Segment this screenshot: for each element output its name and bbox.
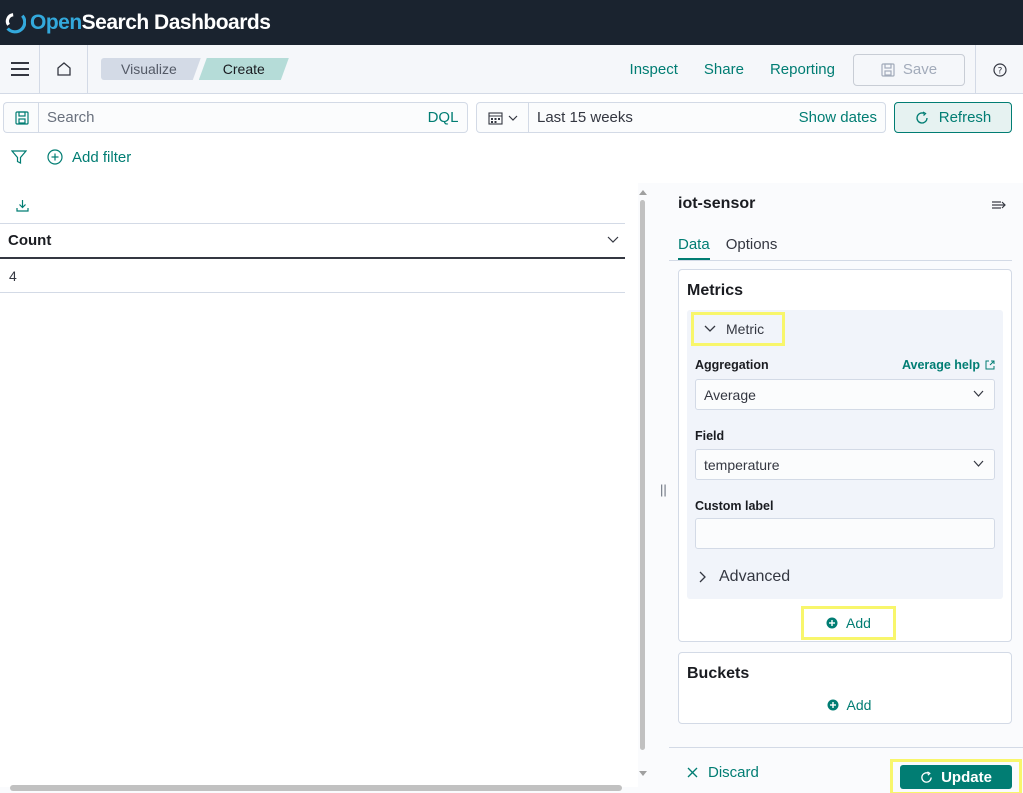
update-button[interactable]: Update — [900, 765, 1012, 789]
opensearch-logo-icon[interactable] — [4, 12, 26, 34]
breadcrumb: Visualize Create — [101, 58, 289, 80]
help-icon: ? — [992, 62, 1007, 77]
column-header-count[interactable]: Count — [8, 232, 51, 249]
index-pattern-title: iot-sensor — [678, 195, 756, 212]
chevron-down-icon — [704, 325, 716, 332]
breadcrumb-create: Create — [199, 58, 289, 80]
chevron-down-icon — [508, 115, 517, 121]
tab-data[interactable]: Data — [678, 231, 710, 260]
filter-bar: Add filter — [0, 140, 1023, 174]
saved-queries-button[interactable] — [3, 102, 39, 133]
horizontal-scrollbar[interactable] — [10, 785, 622, 791]
save-icon — [881, 62, 895, 77]
buckets-panel: Buckets Add — [678, 652, 1012, 724]
download-icon[interactable] — [16, 199, 29, 212]
custom-label-label: Custom label — [695, 499, 774, 513]
panel-resize-handle[interactable]: || — [660, 482, 667, 497]
advanced-label: Advanced — [719, 568, 791, 585]
brand-suffix: Search Dashboards — [81, 10, 271, 34]
aggregation-help-text: Average help — [901, 358, 980, 372]
inspect-link[interactable]: Inspect — [630, 61, 678, 78]
update-highlight: Update — [890, 759, 1022, 793]
refresh-button[interactable]: Refresh — [894, 102, 1012, 133]
field-select[interactable]: temperature — [695, 449, 995, 480]
home-icon — [56, 62, 71, 76]
reporting-link[interactable]: Reporting — [770, 61, 835, 78]
table-header: Count — [0, 223, 625, 259]
scroll-up-icon[interactable] — [638, 188, 648, 196]
field-label: Field — [695, 429, 725, 443]
vertical-scrollbar[interactable] — [637, 186, 647, 782]
add-bucket-label: Add — [846, 697, 872, 713]
editor-footer: Discard Update — [669, 747, 1023, 793]
filter-icon[interactable] — [11, 149, 27, 165]
advanced-toggle[interactable]: Advanced — [699, 568, 790, 586]
popout-icon — [985, 360, 995, 370]
date-picker: Last 15 weeks Show dates — [476, 102, 886, 133]
scroll-down-icon[interactable] — [638, 770, 648, 778]
metrics-title: Metrics — [687, 282, 744, 299]
plus-in-circle-filled-icon — [826, 617, 838, 629]
save-label: Save — [902, 61, 938, 78]
query-bar: DQL Last 15 weeks Show dates Refresh — [0, 100, 1023, 136]
metric-accordion-label: Metric — [726, 321, 765, 337]
update-label: Update — [941, 768, 992, 786]
chevron-down-icon — [973, 390, 984, 397]
top-nav: Visualize Create Inspect Share Reporting… — [0, 44, 1023, 94]
brand-prefix: Open — [30, 10, 82, 34]
menu-button[interactable] — [0, 44, 40, 94]
field-value: temperature — [704, 456, 780, 473]
add-filter-button[interactable]: Add filter — [47, 149, 131, 166]
show-dates-link[interactable]: Show dates — [799, 109, 877, 126]
svg-text:?: ? — [997, 66, 1002, 76]
chevron-right-icon — [699, 571, 706, 583]
refresh-icon — [916, 110, 928, 124]
calendar-icon — [487, 111, 503, 125]
table-row: 4 — [0, 259, 625, 293]
aggregation-select[interactable]: Average — [695, 379, 995, 410]
brand-title: OpenSearch Dashboards — [30, 10, 271, 35]
brand-header: OpenSearch Dashboards — [0, 0, 1023, 45]
table-cell-count: 4 — [9, 267, 17, 284]
time-range-label[interactable]: Last 15 weeks — [537, 109, 633, 126]
save-button[interactable]: Save — [853, 53, 965, 86]
editor-tabs: Data Options — [669, 231, 1012, 261]
aggregation-label: Aggregation — [695, 358, 769, 372]
metric-accordion-toggle[interactable]: Metric — [691, 312, 785, 346]
plus-in-circle-filled-icon — [827, 699, 839, 711]
refresh-icon — [921, 770, 932, 783]
close-icon — [687, 767, 698, 778]
add-bucket-button[interactable]: Add — [799, 693, 899, 717]
discard-button[interactable]: Discard — [687, 764, 759, 781]
chevron-down-icon[interactable] — [607, 234, 619, 244]
help-button[interactable]: ? — [975, 45, 1023, 94]
scrollbar-thumb[interactable] — [640, 200, 645, 750]
chevron-down-icon — [973, 460, 984, 467]
plus-in-circle-icon — [47, 149, 63, 165]
visualization-pane: Count 4 — [0, 183, 638, 787]
add-filter-label: Add filter — [72, 148, 132, 166]
metrics-panel: Metrics Metric Aggregation Average help … — [678, 269, 1012, 642]
metric-aggregation: Metric Aggregation Average help Average … — [687, 310, 1003, 599]
save-icon — [14, 110, 29, 125]
menu-icon — [10, 62, 29, 76]
buckets-title: Buckets — [687, 665, 750, 682]
refresh-label: Refresh — [938, 109, 992, 126]
share-link[interactable]: Share — [704, 61, 744, 78]
tab-options[interactable]: Options — [726, 231, 778, 260]
breadcrumb-visualize[interactable]: Visualize — [101, 58, 201, 80]
home-button[interactable] — [40, 44, 88, 94]
aggregation-help-link[interactable]: Average help — [902, 358, 995, 372]
quick-menu-button[interactable] — [477, 103, 529, 132]
collapse-sidebar-icon[interactable] — [991, 199, 1007, 211]
search-input[interactable] — [38, 102, 420, 133]
add-metric-label: Add — [846, 615, 871, 631]
add-metric-button[interactable]: Add — [801, 606, 896, 640]
aggregation-value: Average — [704, 386, 756, 403]
discard-label: Discard — [708, 764, 759, 781]
editor-sidebar: iot-sensor Data Options Metrics Metric A… — [669, 183, 1023, 793]
custom-label-input[interactable] — [695, 518, 995, 549]
query-language-button[interactable]: DQL — [419, 102, 468, 133]
